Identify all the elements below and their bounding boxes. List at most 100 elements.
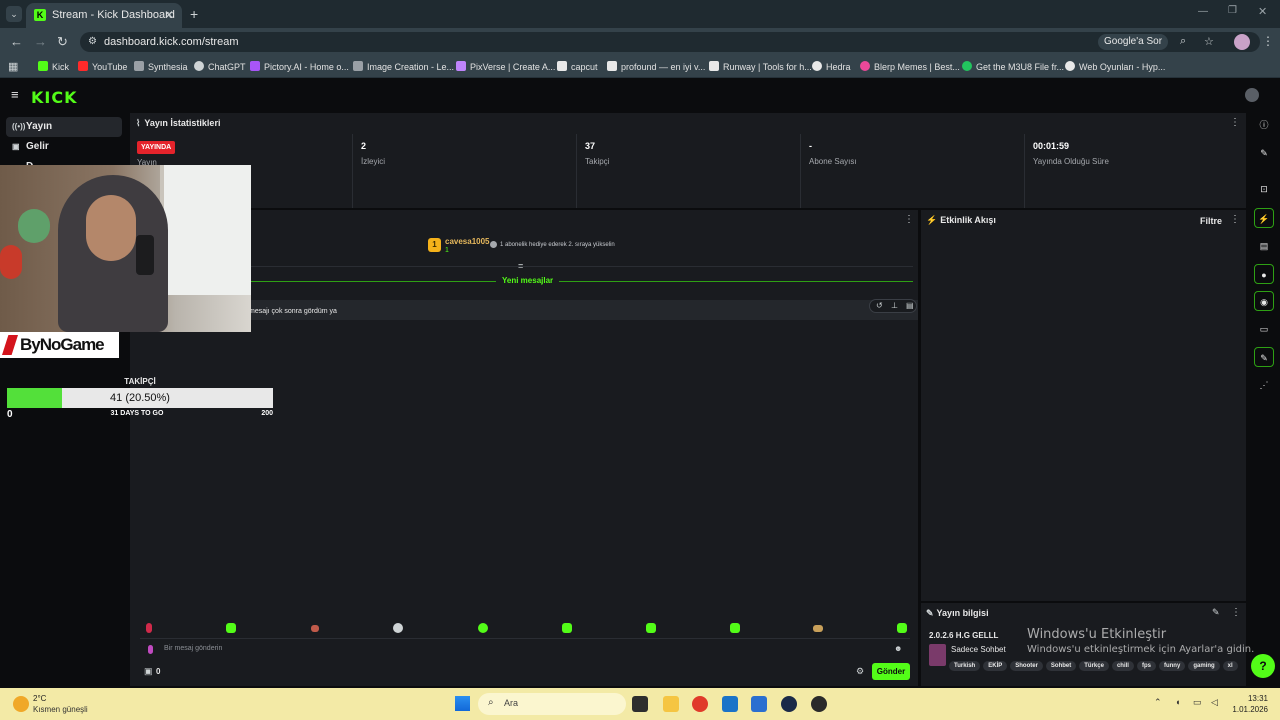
steam-icon[interactable]	[781, 696, 797, 712]
tag-pill[interactable]: EKİP	[983, 661, 1008, 671]
bookmark-chatgpt[interactable]: ChatGPT	[194, 61, 246, 72]
bookmark-web-oyunlari[interactable]: Web Oyunları - Hyp...	[1065, 61, 1165, 72]
chat-input[interactable]: Bir mesaj gönderin ☻	[140, 638, 910, 659]
tag-pill[interactable]: gaming	[1188, 661, 1220, 671]
network-icon[interactable]: ▭	[1193, 697, 1202, 708]
close-tab-icon[interactable]: ✕	[164, 8, 174, 22]
reply-icon[interactable]: ↺	[876, 301, 883, 310]
bookmark-synthesia[interactable]: Synthesia	[134, 61, 188, 72]
stats-menu-icon[interactable]: ⋮	[1230, 117, 1240, 128]
browser-menu-icon[interactable]: ⋮	[1262, 34, 1274, 48]
tag-pill[interactable]: Türkçe	[1079, 661, 1109, 671]
bookmark-youtube[interactable]: YouTube	[78, 61, 127, 72]
emote-icon[interactable]	[562, 623, 572, 633]
chat-toggle-icon[interactable]: ●	[1254, 264, 1274, 284]
wrench-toggle-icon[interactable]: ✎	[1254, 347, 1274, 367]
tag-pill[interactable]: Shooter	[1010, 661, 1043, 671]
bookmark-profound[interactable]: profound — en iyi v...	[607, 61, 705, 72]
emote-icon[interactable]	[311, 625, 319, 632]
tray-chevron-icon[interactable]: ⌃	[1154, 697, 1162, 708]
minimize-button[interactable]: —	[1198, 6, 1208, 17]
zoom-icon[interactable]: ⌕	[1180, 35, 1186, 48]
tag-pill[interactable]: funny	[1158, 661, 1186, 671]
bolt-toggle-icon[interactable]: ⚡	[1254, 208, 1274, 228]
kick-logo[interactable]: KICK	[31, 88, 78, 107]
chat-settings-icon[interactable]: ⚙	[856, 666, 864, 677]
points-icon[interactable]: ▣	[144, 666, 153, 677]
notes-icon[interactable]: ▤	[1254, 236, 1274, 256]
edit-icon[interactable]: ✎	[1254, 143, 1274, 163]
stream-info-menu-icon[interactable]: ⋮	[1231, 607, 1241, 618]
microphone-icon[interactable]: ◖	[1175, 697, 1180, 707]
task-view-icon[interactable]	[632, 696, 648, 712]
volume-icon[interactable]: ◁	[1211, 697, 1218, 708]
pinned-username[interactable]: cavesa1005	[445, 237, 490, 246]
share-icon[interactable]: ⋰	[1254, 375, 1274, 395]
tag-pill[interactable]: chill	[1111, 661, 1134, 671]
bookmark-kick[interactable]: Kick	[38, 61, 69, 72]
clock-date[interactable]: 1.01.2026	[1226, 705, 1268, 714]
help-chat-button[interactable]: ?	[1251, 654, 1275, 678]
sidebar-item-yayin[interactable]: ((•)) Yayın	[6, 117, 122, 137]
edit-info-icon[interactable]: ✎	[1212, 607, 1220, 618]
bookmark-capcut[interactable]: capcut	[557, 61, 598, 72]
outlook-icon[interactable]	[722, 696, 738, 712]
hamburger-menu-icon[interactable]: ≡	[11, 87, 19, 102]
print-icon[interactable]: ▭	[1254, 319, 1274, 339]
bookmark-m3u8[interactable]: Get the M3U8 File fr...	[962, 61, 1064, 72]
weather-icon[interactable]	[13, 696, 29, 712]
bookmark-pixverse[interactable]: PixVerse | Create A...	[456, 61, 555, 72]
emote-icon[interactable]	[646, 623, 656, 633]
file-explorer-icon[interactable]	[663, 696, 679, 712]
obs-icon[interactable]	[811, 696, 827, 712]
tag-pill[interactable]: xl	[1222, 661, 1238, 671]
bookmark-hedra[interactable]: Hedra	[812, 61, 851, 72]
info-icon[interactable]: ⓘ	[1254, 115, 1274, 135]
clock-time[interactable]: 13:31	[1236, 694, 1268, 703]
delete-icon[interactable]: ▤	[906, 301, 914, 310]
url-bar[interactable]: ⚙ dashboard.kick.com/stream Google'a Sor…	[80, 32, 1260, 52]
filter-button[interactable]: Filtre	[1200, 216, 1222, 226]
forward-button[interactable]: →	[34, 34, 47, 49]
browser-tab[interactable]: K Stream - Kick Dashboard ✕	[26, 3, 182, 28]
restore-button[interactable]: ❐	[1228, 5, 1237, 16]
activity-menu-icon[interactable]: ⋮	[1230, 214, 1240, 225]
chrome-icon[interactable]	[692, 696, 708, 712]
emote-icon[interactable]	[730, 623, 740, 633]
emote-icon[interactable]	[146, 623, 152, 633]
broadcast-toggle-icon[interactable]: ◉	[1254, 291, 1274, 311]
emote-icon[interactable]	[393, 623, 403, 633]
google-sor-button[interactable]: Google'a Sor	[1098, 34, 1169, 50]
pin-icon[interactable]: ⊥	[891, 301, 898, 310]
user-avatar[interactable]	[1245, 88, 1259, 102]
send-button[interactable]: Gönder	[872, 663, 910, 680]
bookmark-blerp[interactable]: Blerp Memes | Best...	[860, 61, 960, 72]
sidebar-item-gelir[interactable]: ▣ Gelir	[6, 137, 122, 157]
apps-grid-icon[interactable]: ▦	[8, 60, 18, 73]
tag-pill[interactable]: Sohbet	[1045, 661, 1077, 671]
new-tab-button[interactable]: +	[190, 6, 198, 22]
profile-avatar[interactable]	[1234, 34, 1250, 50]
emote-icon[interactable]	[897, 623, 907, 633]
taskbar-search[interactable]: ⌕ Ara	[478, 693, 626, 715]
chat-menu-icon[interactable]: ⋮	[904, 214, 914, 225]
bookmark-star-icon[interactable]: ☆	[1204, 35, 1214, 48]
emote-icon[interactable]	[226, 623, 236, 633]
focus-icon[interactable]: ⊡	[1254, 179, 1274, 199]
tab-list-button[interactable]: ⌄	[6, 6, 22, 22]
tag-pill[interactable]: fps	[1136, 661, 1156, 671]
close-window-button[interactable]: ✕	[1258, 5, 1267, 18]
back-button[interactable]: ←	[10, 34, 23, 49]
site-info-icon[interactable]: ⚙	[88, 36, 97, 47]
bookmark-runway[interactable]: Runway | Tools for h...	[709, 61, 812, 72]
chat-message[interactable]: mesajı çok sonra gördüm ya ↺ ⊥ ▤	[221, 299, 918, 320]
emote-icon[interactable]	[478, 623, 488, 633]
emote-icon[interactable]	[813, 625, 823, 632]
start-button[interactable]	[455, 696, 470, 711]
store-icon[interactable]	[751, 696, 767, 712]
bookmark-pictory[interactable]: Pictory.AI - Home o...	[250, 61, 349, 72]
reload-button[interactable]: ↻	[57, 34, 68, 50]
category-name[interactable]: Sadece Sohbet	[951, 645, 1006, 654]
tag-pill[interactable]: Turkish	[949, 661, 981, 671]
emoji-picker-icon[interactable]: ☻	[894, 644, 902, 653]
